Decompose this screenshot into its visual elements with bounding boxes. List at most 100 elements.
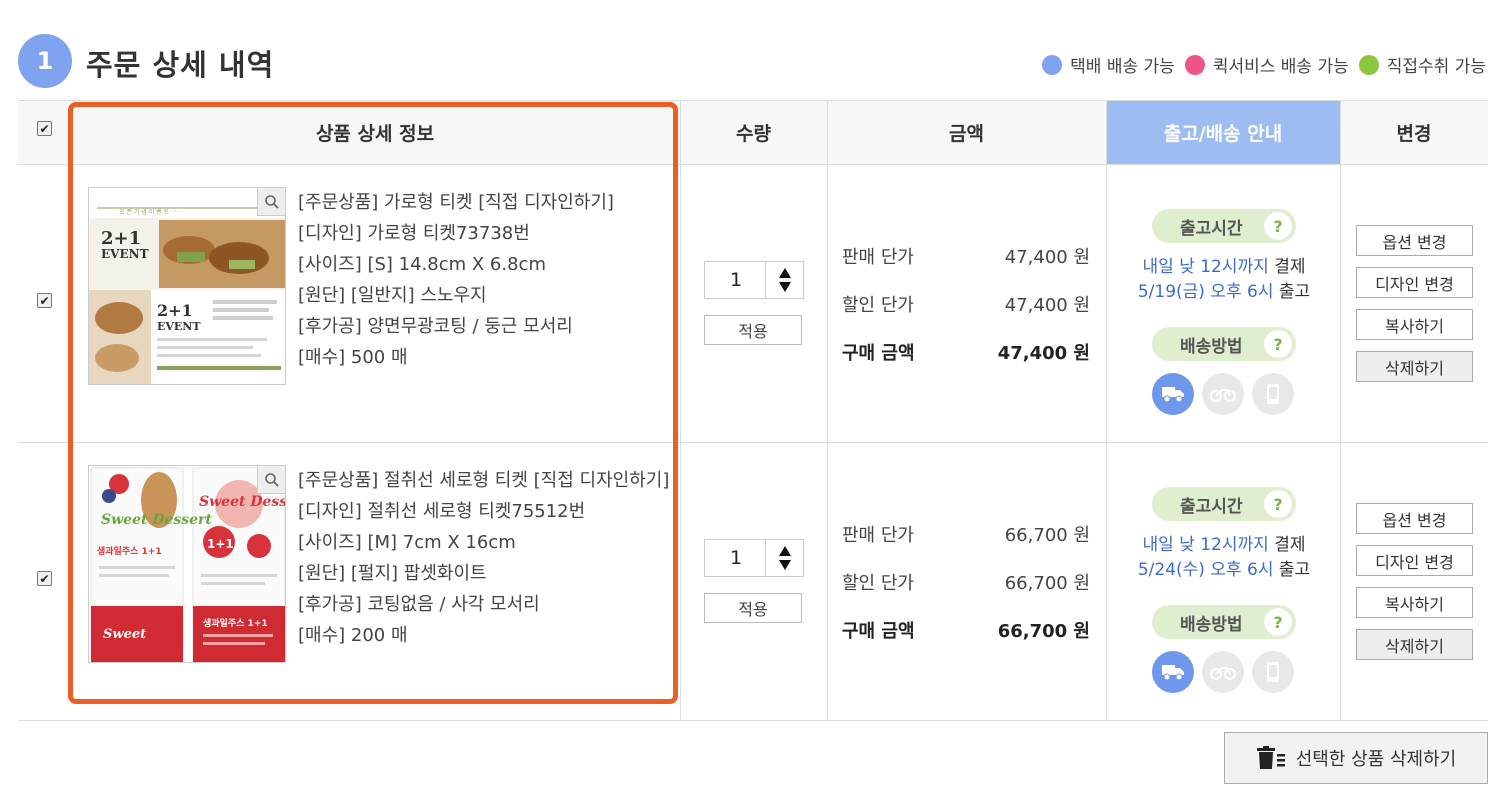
payment-deadline: 내일 낮 12시까지 결제 bbox=[1108, 255, 1340, 280]
delete-button[interactable]: 삭제하기 bbox=[1356, 351, 1473, 382]
product-thumbnail[interactable]: Sweet Dessert Sweet Dessert 생과일주스 1+1 1+… bbox=[88, 465, 286, 663]
thumb-headline-event-2: EVENT bbox=[157, 320, 201, 333]
ship-date: 5/24(수) 오후 6시 출고 bbox=[1108, 558, 1340, 583]
column-amount: 금액 bbox=[949, 123, 984, 145]
help-question-icon[interactable]: ? bbox=[1264, 330, 1292, 358]
quantity-input[interactable]: 1 bbox=[705, 540, 767, 576]
thumb-headline-event: EVENT bbox=[101, 247, 149, 261]
quantity-stepper[interactable]: 1 bbox=[704, 539, 804, 577]
phone-pickup-icon bbox=[1267, 662, 1279, 682]
discount-price-value: 66,700 원 bbox=[1004, 573, 1090, 594]
delete-selected-button[interactable]: 선택한 상품 삭제하기 bbox=[1224, 732, 1488, 784]
ship-date-text: 5/24(수) 오후 6시 bbox=[1137, 560, 1274, 580]
quick-method bbox=[1202, 651, 1244, 693]
legend-dot-pink-icon bbox=[1184, 54, 1205, 75]
magnifier-icon bbox=[264, 194, 279, 209]
ship-date-text: 5/19(금) 오후 6시 bbox=[1137, 282, 1274, 302]
delivery-legend: 택배 배송 가능 퀵서비스 배송 가능 직접수취 가능 bbox=[1032, 52, 1486, 77]
info-line: [원단] [일반지] 스노우지 bbox=[298, 285, 487, 306]
delete-selected-label: 선택한 상품 삭제하기 bbox=[1295, 749, 1457, 770]
page-title: 주문 상세 내역 bbox=[86, 48, 275, 82]
quantity-input[interactable]: 1 bbox=[705, 262, 767, 298]
design-change-button[interactable]: 디자인 변경 bbox=[1356, 545, 1473, 576]
thumb-promo-right: 1+1 bbox=[207, 537, 234, 551]
courier-method[interactable] bbox=[1152, 651, 1194, 693]
total-price-label: 구매 금액 bbox=[842, 343, 915, 364]
deadline-suffix: 결제 bbox=[1268, 535, 1306, 555]
phone-pickup-icon bbox=[1267, 384, 1279, 404]
info-line: [매수] 200 매 bbox=[298, 625, 408, 646]
step-number-badge: 1 bbox=[18, 34, 72, 88]
delivery-method-label: 배송방법 bbox=[1180, 336, 1243, 357]
legend-label: 택배 배송 가능 bbox=[1070, 57, 1175, 77]
option-change-button[interactable]: 옵션 변경 bbox=[1356, 225, 1473, 256]
quantity-arrows[interactable] bbox=[765, 262, 803, 298]
delete-button[interactable]: 삭제하기 bbox=[1356, 629, 1473, 660]
ship-date-suffix: 출고 bbox=[1273, 282, 1311, 302]
info-line: [주문상품] 절취선 세로형 티켓 [직접 디자인하기] bbox=[298, 470, 670, 491]
thumb-promo-left: 생과일주스 1+1 bbox=[97, 545, 162, 557]
svg-text:오 픈 기 념 이 벤 트 · · ·: 오 픈 기 념 이 벤 트 · · · bbox=[119, 208, 181, 216]
ship-date: 5/19(금) 오후 6시 출고 bbox=[1108, 280, 1340, 305]
help-question-icon[interactable]: ? bbox=[1264, 608, 1292, 636]
legend-dot-green-icon bbox=[1358, 54, 1379, 75]
zoom-button[interactable] bbox=[257, 188, 285, 216]
delivery-method-badge: 배송방법 ? bbox=[1152, 327, 1296, 361]
row-checkbox[interactable]: ✔ bbox=[37, 571, 52, 586]
ticket-preview-image: Sweet Dessert Sweet Dessert 생과일주스 1+1 1+… bbox=[89, 466, 285, 662]
ship-time-label: 출고시간 bbox=[1180, 496, 1243, 517]
ship-time-badge: 출고시간 ? bbox=[1152, 487, 1296, 521]
courier-method[interactable] bbox=[1152, 373, 1194, 415]
motorcycle-icon bbox=[1210, 389, 1236, 402]
column-change: 변경 bbox=[1396, 123, 1432, 145]
info-line: [사이즈] [S] 14.8cm X 6.8cm bbox=[298, 254, 546, 275]
product-thumbnail[interactable]: 오 픈 기 념 이 벤 트 · · · 2+1 EVENT 2+1 EVENT bbox=[88, 187, 286, 385]
thumb-headline: 2+1 bbox=[101, 228, 141, 249]
info-line: [원단] [펄지] 팝셋화이트 bbox=[298, 563, 487, 584]
discount-price-label: 할인 단가 bbox=[842, 573, 914, 594]
info-line: [사이즈] [M] 7cm X 16cm bbox=[298, 532, 516, 553]
thumb-title-left: Sweet Dessert bbox=[101, 512, 212, 528]
sale-price-label: 판매 단가 bbox=[842, 525, 914, 546]
info-line: [후가공] 양면무광코팅 / 둥근 모서리 bbox=[298, 316, 573, 337]
pickup-method bbox=[1252, 373, 1294, 415]
product-info: [주문상품] 가로형 티켓 [직접 디자인하기] [디자인] 가로형 티켓737… bbox=[298, 187, 614, 373]
info-line: [디자인] 절취선 세로형 티켓75512번 bbox=[298, 501, 586, 522]
apply-quantity-button[interactable]: 적용 bbox=[704, 315, 802, 345]
up-down-arrows-icon[interactable] bbox=[778, 267, 792, 293]
sale-price-label: 판매 단가 bbox=[842, 247, 914, 268]
zoom-button[interactable] bbox=[257, 466, 285, 494]
deadline-suffix: 결제 bbox=[1268, 257, 1306, 277]
help-question-icon[interactable]: ? bbox=[1264, 212, 1292, 240]
deadline-text: 내일 낮 12시까지 bbox=[1142, 535, 1269, 555]
legend-label: 직접수취 가능 bbox=[1386, 57, 1486, 77]
ship-time-label: 출고시간 bbox=[1180, 218, 1243, 239]
quantity-arrows[interactable] bbox=[765, 540, 803, 576]
discount-price-value: 47,400 원 bbox=[1004, 295, 1090, 316]
legend-label: 퀵서비스 배송 가능 bbox=[1212, 57, 1349, 77]
design-change-button[interactable]: 디자인 변경 bbox=[1356, 267, 1473, 298]
info-line: [매수] 500 매 bbox=[298, 347, 408, 368]
delivery-method-label: 배송방법 bbox=[1180, 614, 1243, 635]
motorcycle-icon bbox=[1210, 667, 1236, 680]
legend-dot-blue-icon bbox=[1042, 54, 1063, 75]
up-down-arrows-icon[interactable] bbox=[778, 545, 792, 571]
option-change-button[interactable]: 옵션 변경 bbox=[1356, 503, 1473, 534]
copy-button[interactable]: 복사하기 bbox=[1356, 587, 1473, 618]
total-price-label: 구매 금액 bbox=[842, 621, 915, 642]
svg-text:Sweet: Sweet bbox=[103, 627, 146, 642]
column-quantity: 수량 bbox=[736, 123, 771, 145]
info-line: [후가공] 코팅없음 / 사각 모서리 bbox=[298, 594, 540, 615]
apply-quantity-button[interactable]: 적용 bbox=[704, 593, 802, 623]
table-header: ✔ 상품 상세 정보 수량 금액 출고/배송 안내 변경 bbox=[18, 101, 1488, 165]
row-checkbox[interactable]: ✔ bbox=[37, 293, 52, 308]
select-all-checkbox[interactable]: ✔ bbox=[37, 121, 52, 136]
delivery-method-badge: 배송방법 ? bbox=[1152, 605, 1296, 639]
discount-price-label: 할인 단가 bbox=[842, 295, 914, 316]
ship-date-suffix: 출고 bbox=[1273, 560, 1311, 580]
info-line: [디자인] 가로형 티켓73738번 bbox=[298, 223, 530, 244]
quantity-stepper[interactable]: 1 bbox=[704, 261, 804, 299]
copy-button[interactable]: 복사하기 bbox=[1356, 309, 1473, 340]
total-price-value: 47,400 원 bbox=[997, 343, 1090, 364]
help-question-icon[interactable]: ? bbox=[1264, 490, 1292, 518]
